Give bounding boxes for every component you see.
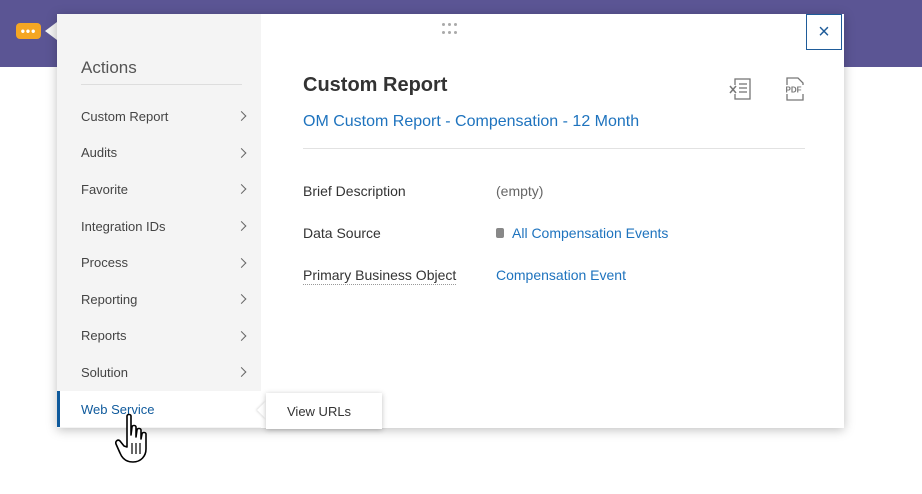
chevron-right-icon: [236, 147, 247, 158]
brief-description-label: Brief Description: [303, 183, 406, 199]
data-source-link[interactable]: All Compensation Events: [512, 225, 668, 241]
submenu-pointer: [257, 401, 266, 419]
sidebar-item-solution[interactable]: Solution: [57, 354, 261, 391]
pdf-icon[interactable]: PDF: [783, 77, 805, 101]
sidebar-item-custom-report[interactable]: Custom Report: [57, 98, 261, 135]
chevron-right-icon: [236, 294, 247, 305]
sidebar-item-audits[interactable]: Audits: [57, 135, 261, 172]
brief-description-value: (empty): [496, 183, 544, 199]
chevron-right-icon: [236, 367, 247, 378]
chevron-right-icon: [236, 221, 247, 232]
sidebar-item-label: Audits: [81, 145, 118, 161]
sidebar-item-reports[interactable]: Reports: [57, 318, 261, 355]
sidebar-item-process[interactable]: Process: [57, 244, 261, 281]
sidebar-item-label: Process: [81, 255, 128, 271]
actions-list: Custom Report Audits Favorite Integratio…: [57, 98, 261, 428]
sidebar-item-label: Custom Report: [81, 108, 169, 124]
sidebar-item-label: Reports: [81, 328, 127, 344]
page-title: Custom Report: [303, 74, 448, 96]
hand-cursor-icon: [115, 413, 147, 463]
primary-business-object-link[interactable]: Compensation Event: [496, 267, 626, 283]
chevron-right-icon: [236, 111, 247, 122]
sidebar-title: Actions: [81, 58, 137, 77]
sidebar-item-label: Reporting: [81, 291, 138, 307]
sidebar-item-label: Integration IDs: [81, 218, 166, 234]
sidebar-item-label: Solution: [81, 364, 128, 380]
popup-pointer: [45, 22, 57, 40]
actions-sidebar: Actions Custom Report Audits Favorite In…: [57, 14, 261, 428]
chevron-right-icon: [236, 184, 247, 195]
sidebar-item-label: Favorite: [81, 181, 128, 197]
close-button[interactable]: ×: [806, 14, 842, 50]
related-actions-button[interactable]: •••: [16, 23, 41, 39]
divider: [81, 84, 242, 85]
data-source-label: Data Source: [303, 225, 381, 241]
excel-icon[interactable]: [729, 77, 753, 101]
report-name-link[interactable]: OM Custom Report - Compensation - 12 Mon…: [303, 113, 639, 131]
primary-business-object-label-text: Primary Business Object: [303, 267, 457, 285]
sidebar-item-favorite[interactable]: Favorite: [57, 171, 261, 208]
database-icon: [496, 228, 504, 239]
primary-business-object-label: Primary Business Object: [303, 267, 457, 285]
ellipsis-icon: •••: [20, 24, 37, 38]
close-icon: ×: [818, 20, 830, 43]
data-source-value: All Compensation Events: [496, 225, 668, 241]
chevron-right-icon: [236, 257, 247, 268]
chevron-right-icon: [236, 330, 247, 341]
drag-handle-icon[interactable]: [442, 23, 458, 35]
sidebar-item-integration-ids[interactable]: Integration IDs: [57, 208, 261, 245]
related-actions-popup: Actions Custom Report Audits Favorite In…: [57, 14, 844, 428]
sidebar-item-web-service[interactable]: Web Service: [57, 390, 261, 428]
sidebar-item-reporting[interactable]: Reporting: [57, 281, 261, 318]
web-service-submenu: View URLs: [266, 393, 382, 429]
divider: [303, 148, 805, 149]
submenu-item-view-urls[interactable]: View URLs: [287, 404, 351, 419]
pdf-icon-label: PDF: [786, 86, 802, 95]
